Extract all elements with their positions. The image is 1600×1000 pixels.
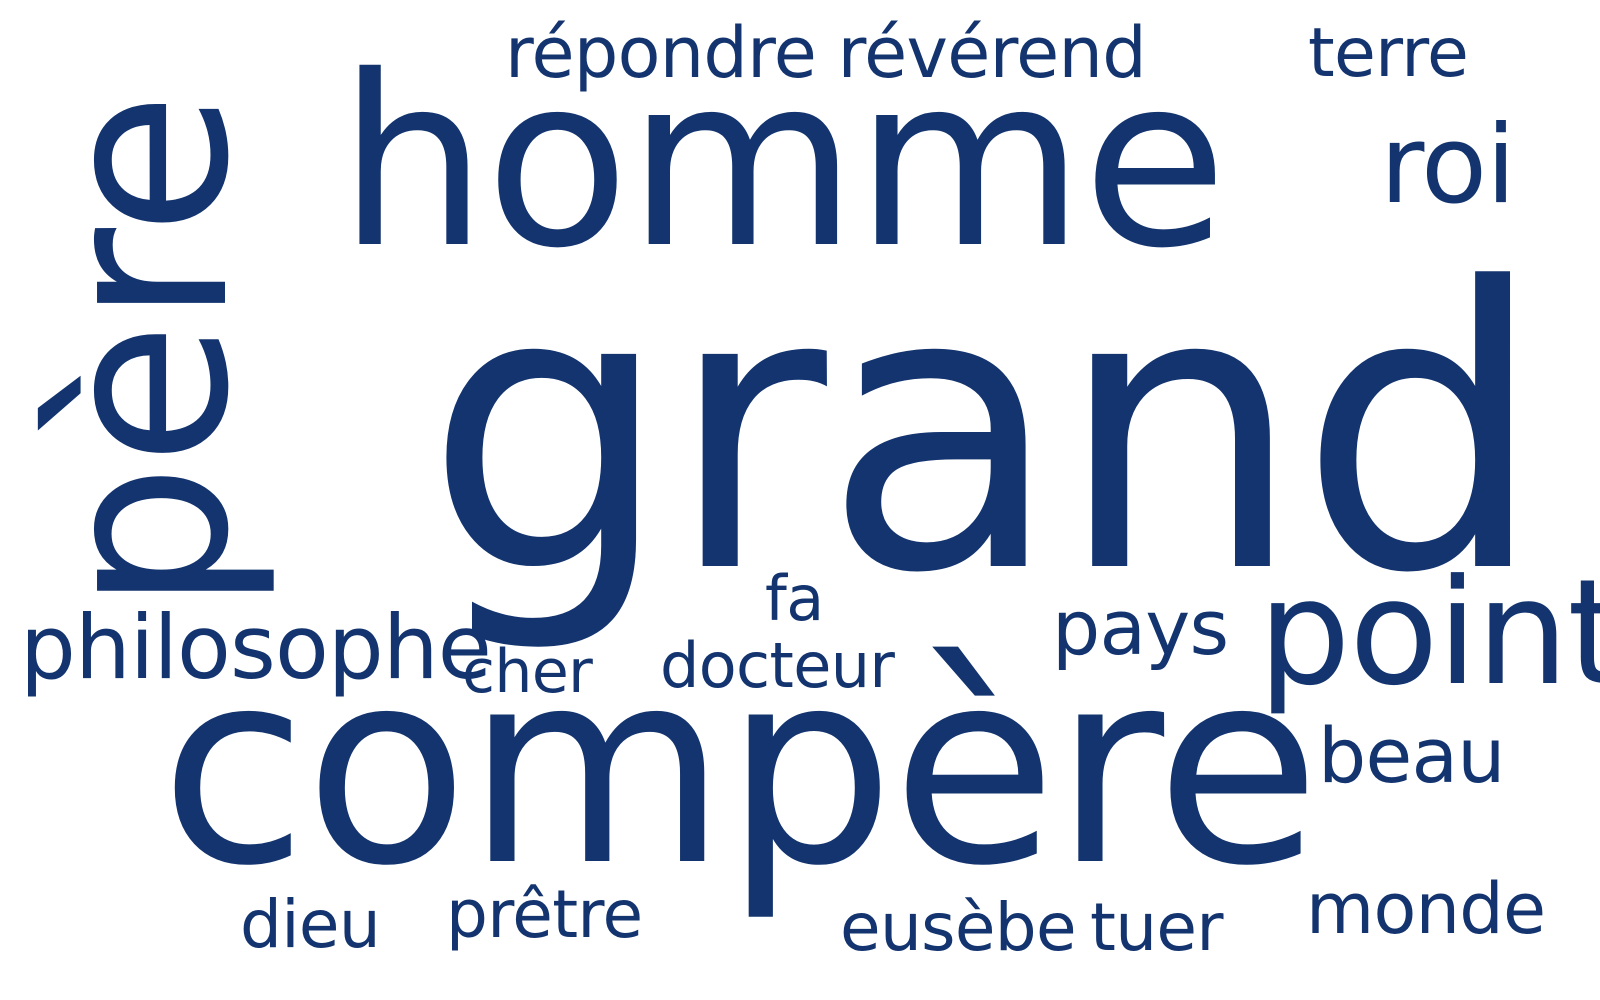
word-point: point <box>1258 548 1600 718</box>
word-cher: cher <box>462 637 593 707</box>
word-repondre-reverend: répondre révérend <box>505 12 1147 94</box>
word-beau: beau <box>1318 711 1505 800</box>
word-fa: fa <box>765 562 824 635</box>
word-monde: monde <box>1306 868 1546 950</box>
word-dieu: dieu <box>240 886 381 963</box>
word-pretre: prêtre <box>446 876 643 953</box>
word-pere: père <box>9 93 281 612</box>
word-eusebe: eusèbe <box>840 889 1077 966</box>
word-philosophe: philosophe <box>20 596 492 699</box>
word-tuer: tuer <box>1090 889 1223 966</box>
word-roi: roi <box>1380 103 1516 228</box>
word-docteur: docteur <box>660 629 895 702</box>
word-cloud: grand homme père compère point répondre … <box>0 0 1600 1000</box>
word-terre: terre <box>1308 14 1469 93</box>
word-pays: pays <box>1052 583 1229 672</box>
